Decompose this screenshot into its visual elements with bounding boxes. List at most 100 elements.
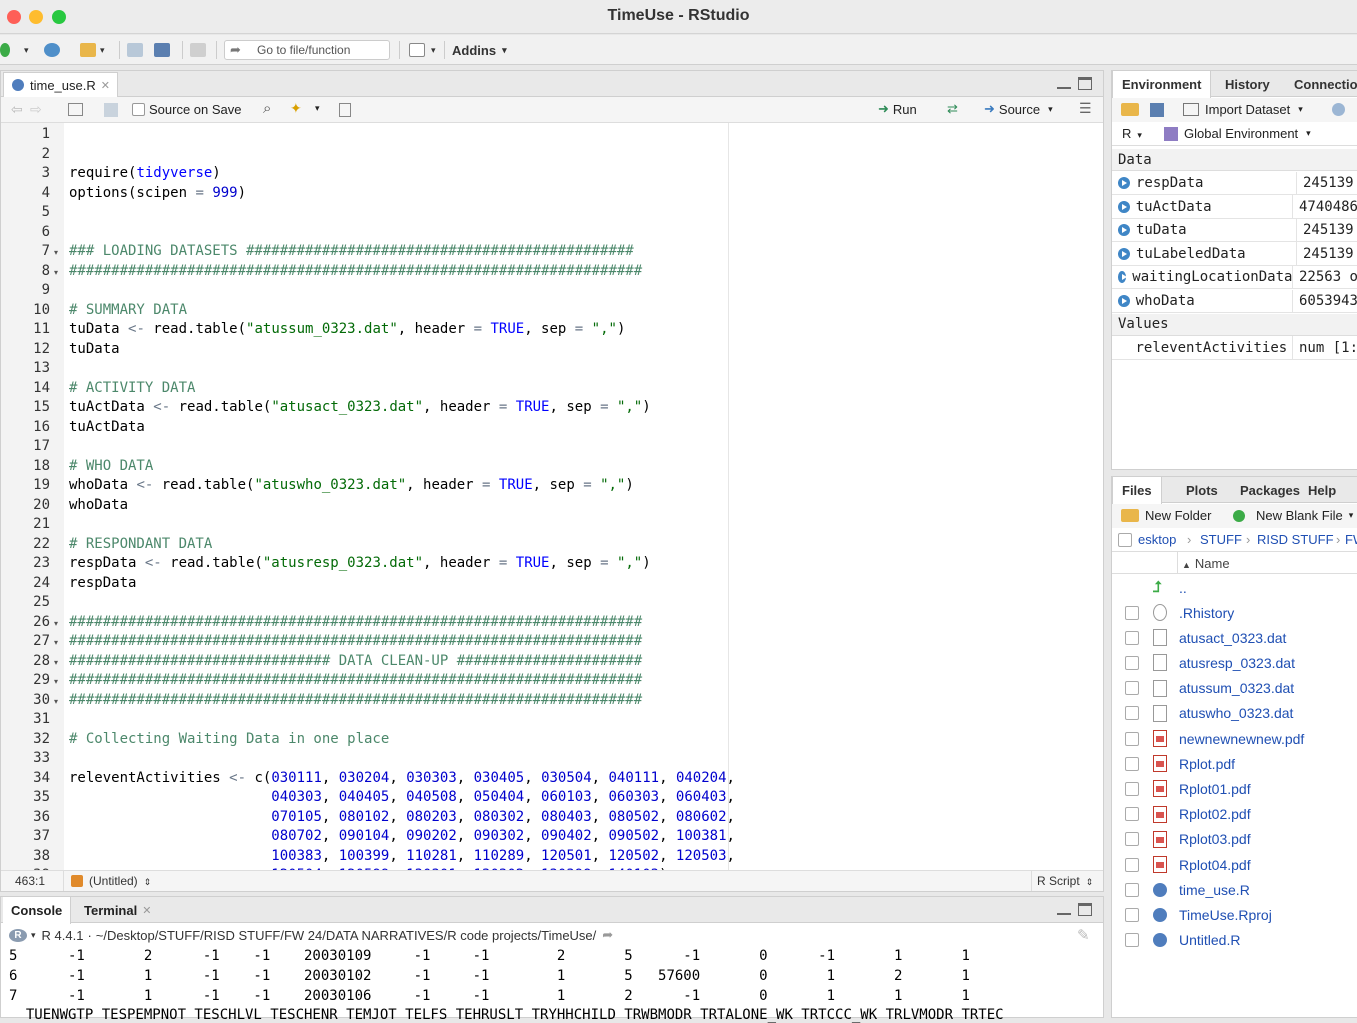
fold-toggle-icon[interactable]: ▾ [54, 638, 58, 647]
file-checkbox[interactable] [1125, 605, 1139, 620]
expand-data-icon[interactable] [1118, 295, 1130, 307]
file-checkbox[interactable] [1125, 731, 1139, 746]
close-tab-icon[interactable]: ✕ [101, 79, 110, 92]
file-name[interactable]: Rplot01.pdf [1179, 781, 1251, 797]
expand-data-icon[interactable] [1118, 271, 1128, 284]
file-name[interactable]: Rplot03.pdf [1179, 831, 1251, 847]
expand-data-icon[interactable] [1118, 177, 1130, 189]
name-column-header[interactable]: ▲ Name [1182, 556, 1230, 571]
tab-packages[interactable]: Packages [1231, 477, 1309, 503]
file-name[interactable]: atusact_0323.dat [1179, 630, 1286, 646]
code-line[interactable]: respData <- read.table("atusresp_0323.da… [69, 555, 651, 571]
goto-directory-icon[interactable]: ➦ [602, 927, 613, 943]
memory-usage-icon[interactable] [1332, 103, 1345, 116]
file-name[interactable]: atuswho_0323.dat [1179, 705, 1293, 721]
tab-console[interactable]: Console [3, 897, 72, 924]
fold-toggle-icon[interactable]: ▾ [54, 658, 58, 667]
file-name[interactable]: Untitled.R [1179, 932, 1240, 948]
code-line[interactable]: options(scipen = 999) [69, 185, 246, 201]
code-area[interactable]: require(tidyverse) options(scipen = 999) #… [64, 123, 1103, 870]
code-line[interactable]: tuActData [69, 419, 145, 435]
code-line[interactable]: # WHO DATA [69, 458, 153, 474]
file-checkbox[interactable] [1125, 706, 1139, 721]
breadcrumb-item[interactable]: esktop [1138, 532, 1176, 547]
breadcrumb-item[interactable]: STUFF [1200, 532, 1242, 547]
file-row[interactable]: atuswho_0323.dat [1112, 701, 1357, 726]
code-line[interactable]: releventActivities <- c(030111, 030204, … [69, 770, 735, 786]
maximize-pane-icon[interactable] [1078, 77, 1092, 90]
fold-toggle-icon[interactable]: ▾ [54, 619, 58, 628]
code-line[interactable]: 070105, 080102, 080203, 080302, 080403, … [69, 809, 735, 825]
file-checkbox[interactable] [1125, 756, 1139, 771]
show-in-window-icon[interactable] [68, 103, 83, 116]
file-row[interactable]: atussum_0323.dat [1112, 676, 1357, 701]
save-icon[interactable] [127, 41, 143, 59]
file-row[interactable]: newnewnewnew.pdf [1112, 726, 1357, 751]
file-row[interactable]: atusact_0323.dat [1112, 625, 1357, 650]
save-workspace-icon[interactable] [1150, 103, 1164, 117]
new-file-button[interactable]: ▾ [0, 41, 29, 59]
rerun-icon[interactable]: ⇄ [947, 101, 958, 117]
environment-row[interactable]: respData 245139 [1112, 171, 1357, 195]
code-line[interactable]: ########################################… [69, 263, 642, 279]
code-line[interactable]: 100383, 100399, 110281, 110289, 120501, … [69, 848, 735, 864]
file-row[interactable]: atusresp_0323.dat [1112, 650, 1357, 675]
search-icon[interactable]: ⌕ [263, 100, 271, 117]
fold-toggle-icon[interactable]: ▾ [54, 697, 58, 706]
file-checkbox[interactable] [1125, 681, 1139, 696]
expand-data-icon[interactable] [1118, 247, 1130, 260]
fold-toggle-icon[interactable]: ▾ [54, 268, 58, 277]
close-tab-icon[interactable]: ✕ [142, 904, 151, 917]
scope-selector[interactable]: (Untitled) ⇕ [89, 874, 151, 888]
file-name[interactable]: TimeUse.Rproj [1179, 907, 1272, 923]
code-line[interactable]: # SUMMARY DATA [69, 302, 187, 318]
new-blank-file-button[interactable]: New Blank File ▾ [1233, 508, 1353, 523]
parent-directory-row[interactable]: ⮥ .. [1112, 575, 1357, 600]
run-button[interactable]: ➜ Run [878, 101, 917, 117]
code-line[interactable]: ########################################… [69, 633, 642, 649]
forward-arrow-icon[interactable]: ⇨ [30, 101, 42, 118]
select-all-checkbox[interactable] [1118, 533, 1132, 547]
file-row[interactable]: Rplot03.pdf [1112, 827, 1357, 852]
file-checkbox[interactable] [1125, 655, 1139, 670]
tab-time-use-r[interactable]: time_use.R ✕ [3, 72, 118, 97]
open-file-button[interactable]: ▾ [80, 41, 105, 59]
file-row[interactable]: .Rhistory [1112, 600, 1357, 625]
open-folder-icon[interactable] [1121, 103, 1139, 116]
code-line[interactable]: whoData [69, 497, 128, 513]
breadcrumb-item[interactable]: RISD STUFF [1257, 532, 1334, 547]
tab-terminal[interactable]: Terminal ✕ [76, 897, 159, 923]
code-line[interactable]: ### LOADING DATASETS ###################… [69, 243, 634, 259]
fold-toggle-icon[interactable]: ▾ [54, 248, 58, 257]
clear-console-icon[interactable]: ✎ [1077, 926, 1090, 944]
minimize-pane-icon[interactable] [1057, 905, 1071, 915]
expand-data-icon[interactable] [1118, 200, 1130, 213]
tab-help[interactable]: Help [1299, 477, 1345, 503]
file-name[interactable]: newnewnewnew.pdf [1179, 731, 1304, 747]
file-row[interactable]: Rplot04.pdf [1112, 852, 1357, 877]
code-line[interactable]: tuData [69, 341, 120, 357]
code-line[interactable]: ########################################… [69, 692, 642, 708]
code-line[interactable]: tuData <- read.table("atussum_0323.dat",… [69, 321, 625, 337]
environment-row[interactable]: whoData 6053943 [1112, 289, 1357, 313]
back-arrow-icon[interactable]: ⇦ [11, 101, 23, 118]
file-checkbox[interactable] [1125, 933, 1139, 948]
environment-row[interactable]: releventActivities num [1: [1112, 336, 1357, 360]
environment-row[interactable]: tuData 245139 [1112, 218, 1357, 243]
code-line[interactable]: require(tidyverse) [69, 165, 221, 181]
environment-row[interactable]: tuLabeledData 245139 [1112, 242, 1357, 266]
code-line[interactable]: # ACTIVITY DATA [69, 380, 195, 396]
code-line[interactable]: # RESPONDANT DATA [69, 536, 212, 552]
language-selector[interactable]: R ▾ [1122, 126, 1142, 141]
tab-history[interactable]: History [1216, 71, 1279, 97]
breadcrumb-item[interactable]: FW [1345, 532, 1357, 547]
file-checkbox[interactable] [1125, 807, 1139, 822]
source-button[interactable]: ➜ Source ▾ [984, 101, 1053, 117]
environment-selector[interactable]: Global Environment ▾ [1164, 126, 1311, 141]
print-icon[interactable] [190, 41, 206, 59]
import-dataset-button[interactable]: Import Dataset ▾ [1183, 102, 1303, 117]
code-line[interactable]: respData [69, 575, 136, 591]
save-all-icon[interactable] [154, 41, 170, 59]
file-row[interactable]: Untitled.R [1112, 928, 1357, 953]
file-checkbox[interactable] [1125, 781, 1139, 796]
